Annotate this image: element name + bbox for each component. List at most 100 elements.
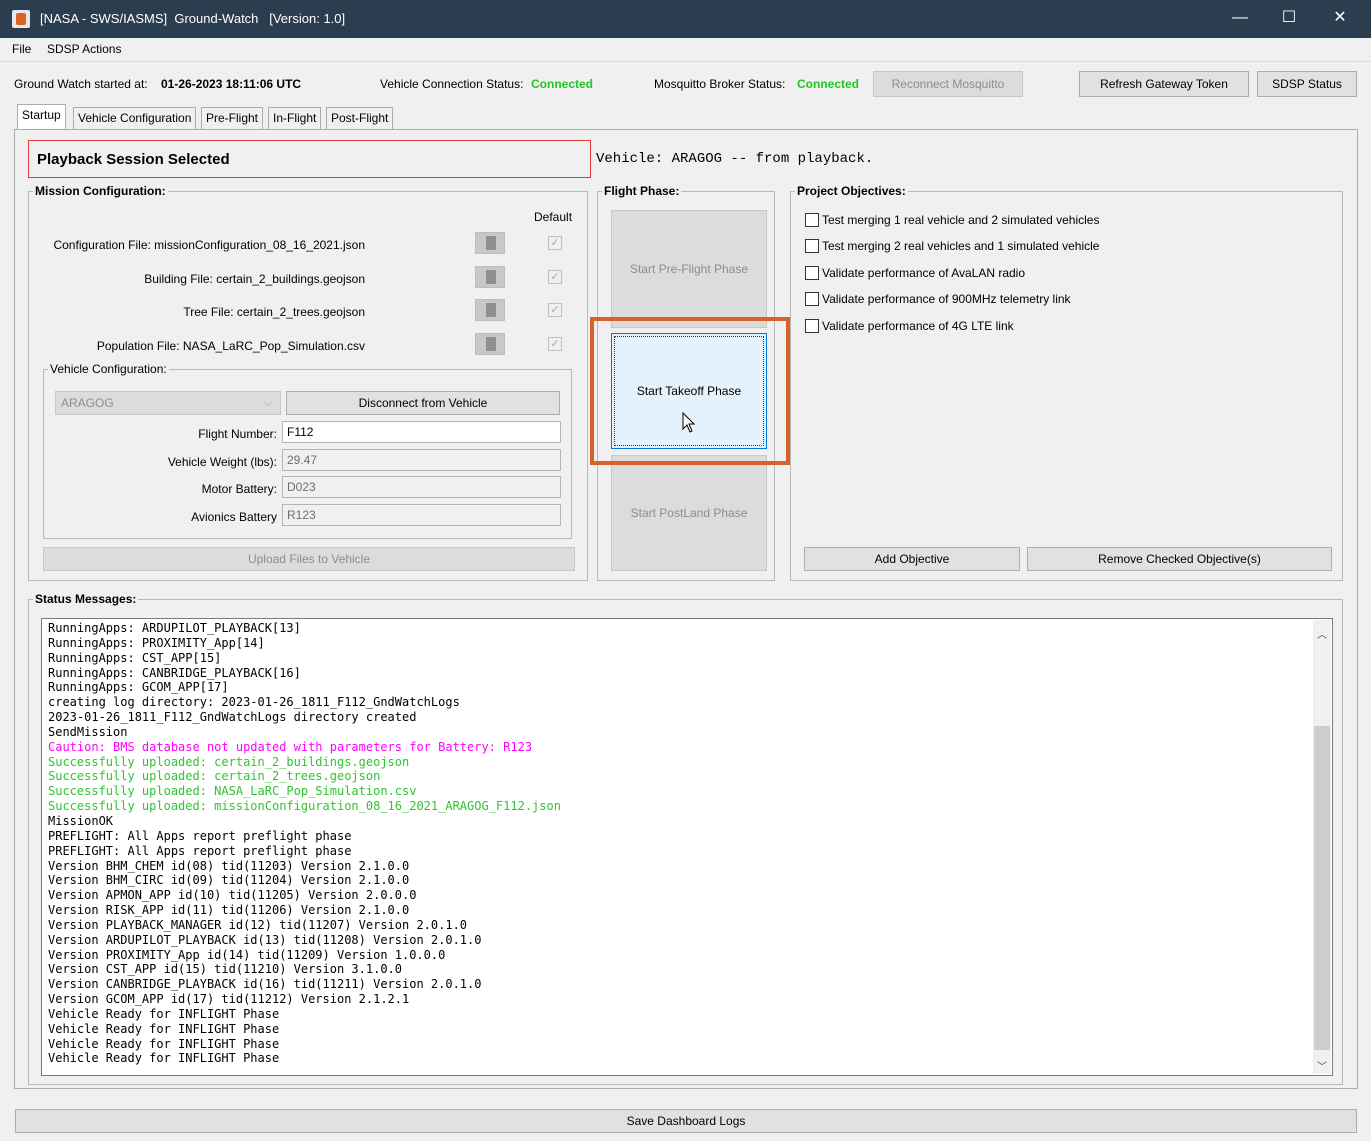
tab-vehicle-configuration[interactable]: Vehicle Configuration <box>73 107 197 129</box>
title-bar: [NASA - SWS/IASMS] Ground-Watch [Version… <box>0 0 1371 38</box>
population-file-label: Population File: NASA_LaRC_Pop_Simulatio… <box>96 339 365 353</box>
log-line: RunningApps: ARDUPILOT_PLAYBACK[13] <box>48 621 301 635</box>
vehicle-select-value: ARAGOG <box>61 396 114 410</box>
log-line: Version PROXIMITY_App id(14) tid(11209) … <box>48 947 446 962</box>
log-line: RunningApps: GCOM_APP[17] <box>48 680 229 695</box>
minimize-button[interactable]: — <box>1217 0 1263 38</box>
mission-configuration-title: Mission Configuration: <box>35 184 166 198</box>
refresh-gateway-token-button[interactable]: Refresh Gateway Token <box>1079 71 1249 97</box>
maximize-button[interactable]: ☐ <box>1266 0 1312 38</box>
vehicle-info-text: Vehicle: ARAGOG -- from playback. <box>596 151 874 167</box>
log-line: Caution: BMS database not updated with p… <box>48 739 533 754</box>
scroll-thumb[interactable] <box>1314 726 1330 1050</box>
status-log[interactable]: RunningApps: ARDUPILOT_PLAYBACK[13] Runni… <box>41 618 1333 1076</box>
objective-label: Validate performance of AvaLAN radio <box>822 266 1026 280</box>
log-line: Vehicle Ready for INFLIGHT Phase <box>48 1021 280 1036</box>
start-postland-phase-button[interactable]: Start PostLand Phase <box>611 455 767 571</box>
add-objective-button[interactable]: Add Objective <box>804 547 1020 571</box>
menu-bar: File SDSP Actions <box>0 38 1371 62</box>
building-file-default-checkbox[interactable]: ✓ <box>548 270 562 284</box>
java-app-icon <box>12 10 30 28</box>
log-line: PREFLIGHT: All Apps report preflight pha… <box>48 843 352 858</box>
vehicle-select[interactable]: ARAGOG ⌵ <box>55 391 281 415</box>
vehicle-connection-status: Connected <box>531 77 594 91</box>
configuration-file-default-checkbox[interactable]: ✓ <box>548 236 562 250</box>
log-line: Successfully uploaded: missionConfigurat… <box>48 799 561 814</box>
close-button[interactable]: ✕ <box>1317 0 1363 38</box>
tab-post-flight[interactable]: Post-Flight <box>326 107 394 129</box>
tab-in-flight[interactable]: In-Flight <box>268 107 322 129</box>
avionics-battery-label: Avionics Battery <box>191 510 277 524</box>
broker-status-label: Mosquitto Broker Status: <box>654 77 786 91</box>
motor-battery-label: Motor Battery: <box>201 482 277 496</box>
tree-file-default-checkbox[interactable]: ✓ <box>548 303 562 317</box>
status-messages-title: Status Messages: <box>35 592 137 606</box>
log-line: Version PLAYBACK_MANAGER id(12) tid(1120… <box>48 917 468 932</box>
flight-phase-title: Flight Phase: <box>604 184 680 198</box>
objective-label: Test merging 1 real vehicle and 2 simula… <box>822 213 1100 227</box>
log-line: Vehicle Ready for INFLIGHT Phase <box>48 1006 280 1021</box>
log-line: RunningApps: PROXIMITY_App[14] <box>48 635 265 650</box>
objective-label: Validate performance of 4G LTE link <box>822 319 1014 333</box>
upload-files-button[interactable]: Upload Files to Vehicle <box>43 547 575 571</box>
log-line: Vehicle Ready for INFLIGHT Phase <box>48 1036 280 1051</box>
reconnect-mosquitto-button[interactable]: Reconnect Mosquitto <box>873 71 1023 97</box>
scroll-down-icon[interactable]: ﹀ <box>1317 1058 1327 1073</box>
objective-label: Validate performance of 900MHz telemetry… <box>822 292 1071 306</box>
vehicle-weight-field[interactable]: 29.47 <box>282 449 561 471</box>
building-file-toggle[interactable] <box>475 266 505 288</box>
scroll-up-icon[interactable]: ︿ <box>1317 626 1327 641</box>
log-line: Version CANBRIDGE_PLAYBACK id(16) tid(11… <box>48 977 482 992</box>
flight-number-label: Flight Number: <box>198 427 277 441</box>
chevron-down-icon: ⌵ <box>263 395 273 409</box>
objective-checkbox[interactable] <box>805 292 819 306</box>
log-line: Version GCOM_APP id(17) tid(11212) Versi… <box>48 992 410 1007</box>
remove-objectives-button[interactable]: Remove Checked Objective(s) <box>1027 547 1332 571</box>
started-label: Ground Watch started at: <box>14 77 148 91</box>
objective-checkbox[interactable] <box>805 239 819 253</box>
tree-file-toggle[interactable] <box>475 299 505 321</box>
log-line: Successfully uploaded: certain_2_buildin… <box>48 754 410 769</box>
session-banner: Playback Session Selected <box>28 140 591 178</box>
log-line: RunningApps: CANBRIDGE_PLAYBACK[16] <box>48 665 301 680</box>
start-preflight-phase-button[interactable]: Start Pre-Flight Phase <box>611 210 767 328</box>
population-file-toggle[interactable] <box>475 333 505 355</box>
started-value: 01-26-2023 18:11:06 UTC <box>161 77 302 91</box>
building-file-label: Building File: certain_2_buildings.geojs… <box>144 272 365 286</box>
log-line: Version RISK_APP id(11) tid(11206) Versi… <box>48 903 410 918</box>
log-line: RunningApps: CST_APP[15] <box>48 650 222 665</box>
log-scrollbar[interactable]: ︿ ﹀ <box>1313 620 1331 1074</box>
configuration-file-toggle[interactable] <box>475 232 505 254</box>
tab-startup[interactable]: Startup <box>17 104 66 130</box>
objective-checkbox[interactable] <box>805 213 819 227</box>
log-line: Version APMON_APP id(10) tid(11205) Vers… <box>48 888 417 903</box>
log-line: Version BHM_CIRC id(09) tid(11204) Versi… <box>48 873 410 888</box>
log-line: Version CST_APP id(15) tid(11210) Versio… <box>48 962 403 977</box>
disconnect-vehicle-button[interactable]: Disconnect from Vehicle <box>286 391 560 415</box>
avionics-battery-field[interactable]: R123 <box>282 504 561 526</box>
log-line: SendMission <box>48 724 128 739</box>
configuration-file-label: Configuration File: missionConfiguration… <box>53 238 365 252</box>
population-file-default-checkbox[interactable]: ✓ <box>548 337 562 351</box>
tab-pre-flight[interactable]: Pre-Flight <box>201 107 264 129</box>
log-line: Successfully uploaded: certain_2_trees.g… <box>48 769 381 784</box>
motor-battery-field[interactable]: D023 <box>282 476 561 498</box>
vehicle-configuration-title: Vehicle Configuration: <box>50 362 167 376</box>
log-line: Version BHM_CHEM id(08) tid(11203) Versi… <box>48 858 410 873</box>
broker-status-value: Connected <box>797 77 860 91</box>
flight-number-field[interactable]: F112 <box>282 421 561 443</box>
vehicle-connection-label: Vehicle Connection Status: <box>380 77 524 91</box>
log-line: Successfully uploaded: NASA_LaRC_Pop_Sim… <box>48 784 417 799</box>
log-line: Vehicle Ready for INFLIGHT Phase <box>48 1051 280 1066</box>
save-dashboard-logs-button[interactable]: Save Dashboard Logs <box>15 1109 1357 1133</box>
tree-file-label: Tree File: certain_2_trees.geojson <box>183 305 365 319</box>
log-line: PREFLIGHT: All Apps report preflight pha… <box>48 828 352 843</box>
objective-checkbox[interactable] <box>805 266 819 280</box>
objective-checkbox[interactable] <box>805 319 819 333</box>
menu-sdsp-actions[interactable]: SDSP Actions <box>47 42 121 56</box>
status-log-lines: RunningApps: ARDUPILOT_PLAYBACK[13] Runni… <box>48 621 561 1066</box>
sdsp-status-button[interactable]: SDSP Status <box>1257 71 1357 97</box>
project-objectives-title: Project Objectives: <box>797 184 906 198</box>
menu-file[interactable]: File <box>12 42 31 56</box>
session-banner-text: Playback Session Selected <box>37 151 230 168</box>
